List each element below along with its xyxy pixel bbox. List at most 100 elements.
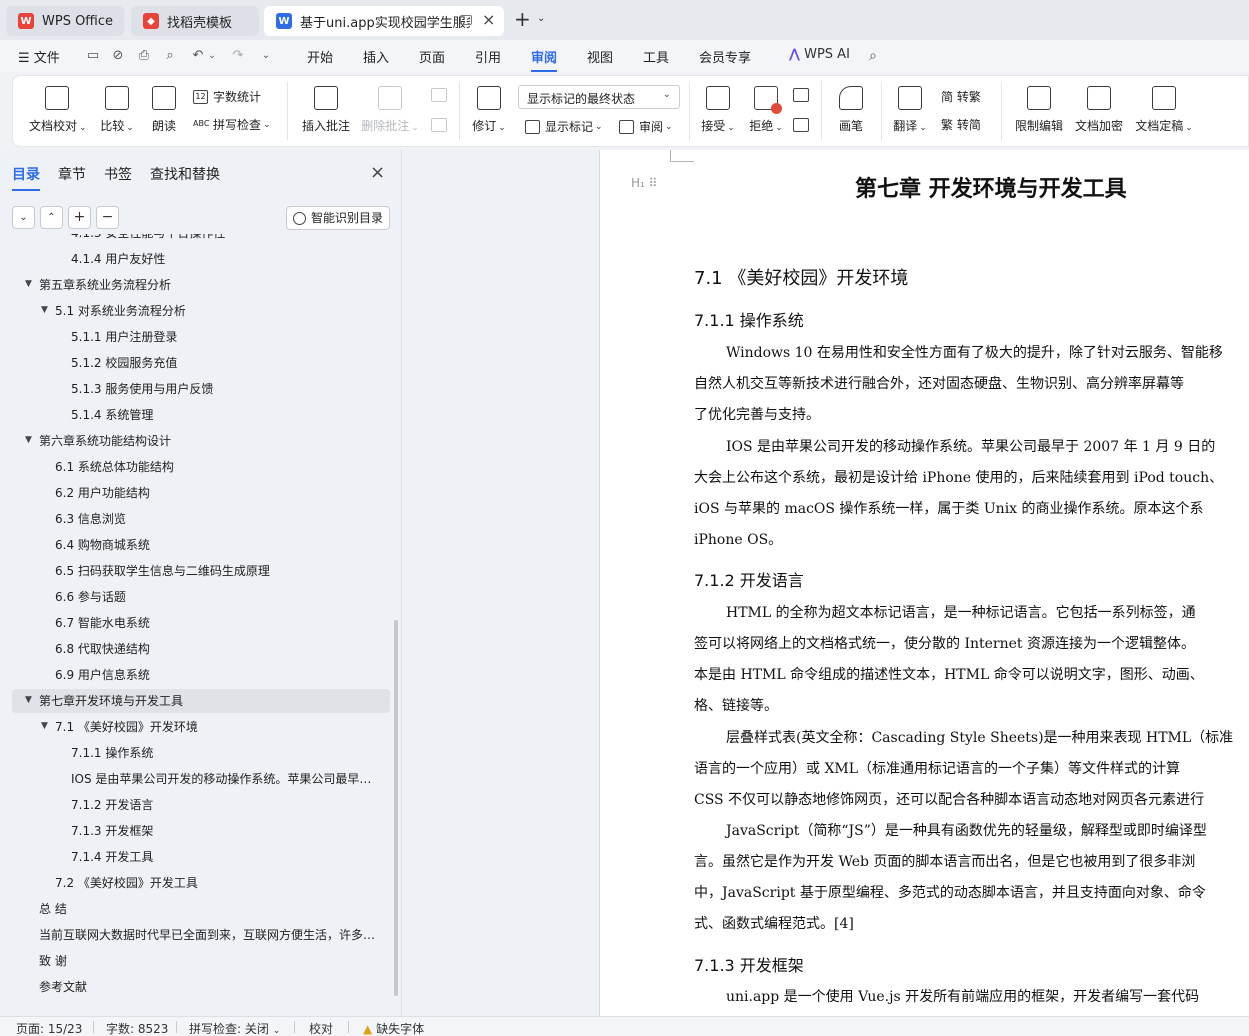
next-change-icon[interactable] [793,118,809,132]
doc-proofread-button[interactable]: 文档校对 ⌄ [29,86,87,134]
page-indicator[interactable]: 页面: 15/23 [16,1020,82,1036]
tab-document[interactable]: W 基于uni.app实现校园学生服务 × [264,6,504,36]
show-markup-button[interactable]: 显示标记 ⌄ [525,118,603,135]
toc-item[interactable]: 4.1.3 安全性能与平台操作性 [71,234,382,245]
toc-item[interactable]: IOS 是由苹果公司开发的移动操作系统。苹果公司最早于2007年1月9日的 [71,767,382,791]
restrict-edit-button[interactable]: 限制编辑 [1013,86,1065,134]
demote-button[interactable]: − [96,206,119,229]
toc-item[interactable]: 5.1.2 校园服务充值 [71,351,382,375]
toc-item[interactable]: 6.3 信息浏览 [55,507,382,531]
chevron-down-icon[interactable]: ⌄ [537,13,545,24]
share-icon[interactable]: ⊘ [110,48,126,64]
previous-comment-icon[interactable] [431,88,447,102]
read-aloud-button[interactable]: 朗读 [147,86,181,134]
spell-check-status[interactable]: 拼写检查: 关闭 ⌄ [189,1020,280,1036]
toc-item[interactable]: 6.2 用户功能结构 [55,481,382,505]
translate-button[interactable]: 翻译 ⌄ [891,86,929,134]
tab-bookmarks[interactable]: 书签 [104,164,132,184]
next-comment-icon[interactable] [431,118,447,132]
toc-item[interactable]: 7.1.4 开发工具 [71,845,382,869]
toc-item[interactable]: 4.1.4 用户友好性 [71,247,382,271]
review-pane-button[interactable]: 审阅 ⌄ [619,118,673,135]
window-icon[interactable] [460,15,472,25]
encrypt-button[interactable]: 文档加密 [1073,86,1125,134]
toc-item[interactable]: 6.1 系统总体功能结构 [55,455,382,479]
toc-item[interactable]: 5.1 对系统业务流程分析 [55,299,382,323]
print-icon[interactable]: ⎙ [136,48,152,64]
proofread-status[interactable]: 校对 [309,1020,333,1036]
undo-dropdown-icon[interactable]: ⌄ [204,48,220,64]
wps-ai-button[interactable]: ⋀ WPS AI [789,47,850,62]
toc-item[interactable]: 5.1.4 系统管理 [71,403,382,427]
menu-tools[interactable]: 工具 [643,47,669,66]
panel-scrollbar[interactable] [394,620,398,996]
insert-comment-button[interactable]: 插入批注 [301,86,351,134]
expand-caret-icon[interactable]: ▼ [25,695,32,705]
tab-sections[interactable]: 章节 [58,164,86,184]
tab-wps-office[interactable]: W WPS Office [6,6,124,36]
previous-change-icon[interactable] [793,88,809,102]
tab-toc[interactable]: 目录 [12,164,40,191]
print-preview-icon[interactable]: ⌕ [162,48,178,64]
collapse-all-button[interactable]: ⌃ [40,206,63,229]
toc-item[interactable]: 5.1.3 服务使用与用户反馈 [71,377,382,401]
smart-toc-button[interactable]: 智能识别目录 [286,206,390,230]
file-menu[interactable]: ☰ 文件 [18,47,60,66]
menu-member[interactable]: 会员专享 [699,47,751,66]
heading-style-icon[interactable]: H₁ ⠿ [631,176,657,190]
expand-caret-icon[interactable]: ▼ [25,435,32,445]
toc-item[interactable]: 7.1.2 开发语言 [71,793,382,817]
toc-item[interactable]: 第五章系统业务流程分析 [39,273,382,297]
toc-item[interactable]: 第七章开发环境与开发工具 [12,689,390,713]
tab-docer[interactable]: ◆ 找稻壳模板 [131,6,259,36]
finalize-button[interactable]: 文档定稿 ⌄ [1133,86,1195,134]
reject-button[interactable]: 拒绝 ⌄ [747,86,785,134]
expand-all-button[interactable]: ⌄ [12,206,35,229]
toc-item[interactable]: 7.1 《美好校园》开发环境 [55,715,382,739]
missing-font-status[interactable]: ▲ 缺失字体 [363,1020,424,1036]
toc-item[interactable]: 6.6 参与话题 [55,585,382,609]
toc-item[interactable]: 5.1.1 用户注册登录 [71,325,382,349]
toc-item[interactable]: 参考文献 [39,975,382,999]
close-panel-icon[interactable]: × [370,162,385,183]
pen-button[interactable]: 画笔 [833,86,869,134]
compare-button[interactable]: 比较 ⌄ [97,86,137,134]
toc-item[interactable]: 致 谢 [39,949,382,973]
expand-caret-icon[interactable]: ▼ [25,279,32,289]
toc-item[interactable]: 6.7 智能水电系统 [55,611,382,635]
menu-insert[interactable]: 插入 [363,47,389,66]
track-changes-button[interactable]: 修订 ⌄ [471,86,507,134]
accept-button[interactable]: 接受 ⌄ [699,86,737,134]
quick-access-dropdown-icon[interactable]: ⌄ [258,48,274,64]
expand-caret-icon[interactable]: ▼ [41,721,48,731]
tab-find-replace[interactable]: 查找和替换 [150,164,220,184]
toc-item[interactable]: 6.5 扫码获取学生信息与二维码生成原理 [55,559,382,583]
markup-state-select[interactable]: 显示标记的最终状态 ⌄ [518,85,680,109]
search-icon[interactable]: ⌕ [865,48,881,64]
menu-view[interactable]: 视图 [587,47,613,66]
new-tab-icon[interactable]: + [514,9,531,29]
word-count-button[interactable]: 12 字数统计 [193,88,261,105]
toc-item[interactable]: 6.8 代取快递结构 [55,637,382,661]
spell-check-button[interactable]: ABC 拼写检查 ⌄ [193,116,271,133]
toc-item[interactable]: 6.9 用户信息系统 [55,663,382,687]
toc-item[interactable]: 7.2 《美好校园》开发工具 [55,871,382,895]
expand-caret-icon[interactable]: ▼ [41,305,48,315]
to-simplified-button[interactable]: 繁 转简 [941,116,981,133]
to-traditional-button[interactable]: 简 转繁 [941,88,981,105]
menu-page[interactable]: 页面 [419,47,445,66]
toc-item[interactable]: 总 结 [39,897,382,921]
save-icon[interactable]: ▭ [85,48,101,64]
close-tab-icon[interactable]: × [482,10,495,29]
toc-item[interactable]: 当前互联网大数据时代早已全面到来，互联网方便生活，许多领域都得到了应用 [39,923,382,947]
menu-home[interactable]: 开始 [307,47,333,66]
toc-item[interactable]: 第六章系统功能结构设计 [39,429,382,453]
menu-reference[interactable]: 引用 [475,47,501,66]
promote-button[interactable]: + [68,206,91,229]
toc-item[interactable]: 7.1.1 操作系统 [71,741,382,765]
delete-comment-button[interactable]: 删除批注 ⌄ [361,86,419,134]
menu-review[interactable]: 审阅 [531,47,558,72]
toc-item[interactable]: 7.1.3 开发框架 [71,819,382,843]
word-count-indicator[interactable]: 字数: 8523 [106,1020,168,1036]
redo-icon[interactable]: ↷ [230,48,246,64]
